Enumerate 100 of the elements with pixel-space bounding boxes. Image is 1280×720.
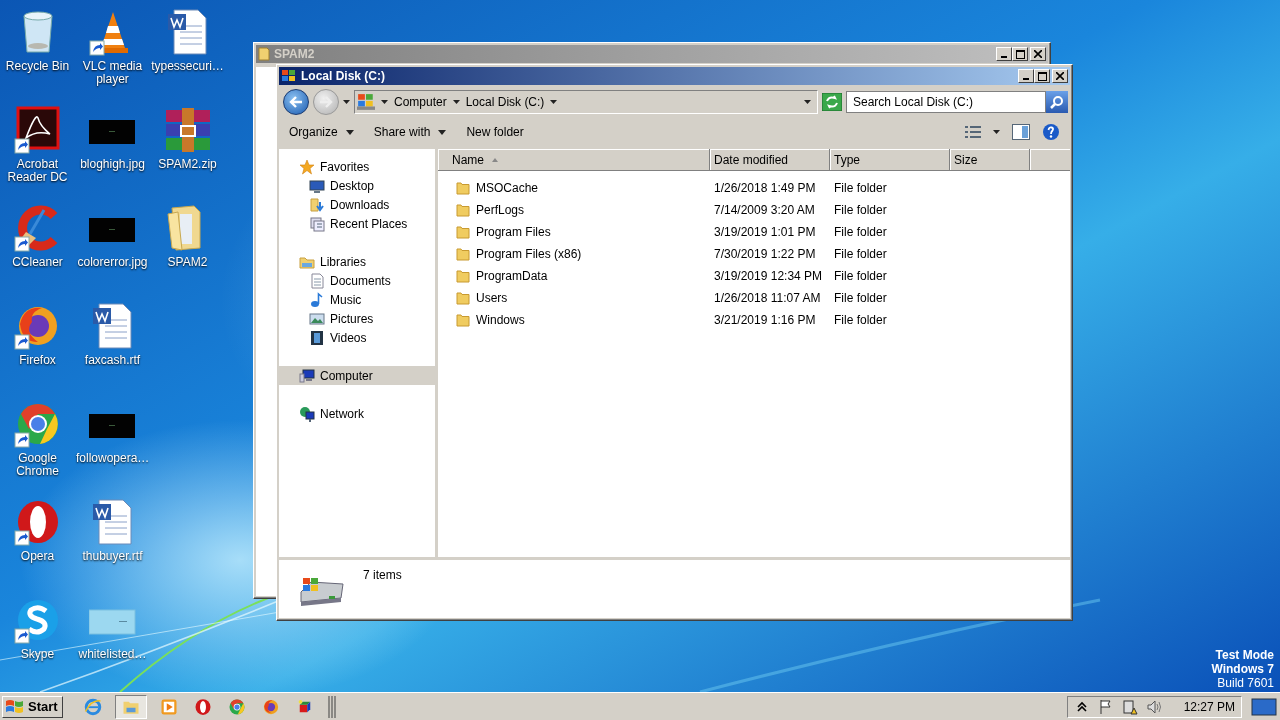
desktop-icon-label[interactable]: Acrobat Reader DC	[1, 158, 74, 184]
folder-icon	[456, 181, 470, 195]
network-icon[interactable]	[1121, 698, 1138, 715]
taskbar-button[interactable]	[114, 694, 147, 719]
history-caret-icon	[343, 100, 350, 104]
dropdown-caret-icon	[804, 100, 811, 104]
square-logo-icon[interactable]	[13, 106, 62, 154]
globe-logo-icon	[261, 697, 280, 716]
navigation-item[interactable]: Music	[279, 290, 435, 309]
navigation-item[interactable]: Libraries	[279, 252, 435, 271]
minimize-button[interactable]	[996, 47, 1012, 61]
table-cell-text: 1/26/2018 11:07 AM	[713, 290, 822, 307]
view-list-icon[interactable]	[965, 125, 981, 139]
circle-logo-icon	[227, 697, 246, 716]
navigation-item[interactable]: Recent Places	[279, 214, 435, 233]
clock[interactable]: 12:27 PM	[1183, 699, 1235, 714]
column-header[interactable]: Type	[830, 149, 950, 171]
navigation-item[interactable]: Favorites	[279, 157, 435, 176]
start-button[interactable]: Start	[2, 695, 63, 718]
desktop-icon-label[interactable]: SPAM2	[151, 256, 224, 269]
preview-pane-icon[interactable]	[1012, 124, 1030, 140]
network-icon	[299, 405, 315, 422]
desktop-icon-label[interactable]: SPAM2.zip	[151, 158, 224, 171]
document-icon	[309, 272, 325, 289]
file-name-cell[interactable]: Users	[438, 287, 710, 309]
refresh-icon[interactable]	[822, 93, 842, 111]
caret-icon	[381, 100, 388, 104]
grip-icon	[326, 695, 337, 718]
file-name-cell[interactable]: MSOCache	[438, 177, 710, 199]
windows-icon	[309, 215, 325, 232]
table-cell-text: 1/26/2018 1:49 PM	[713, 180, 817, 197]
desktop-icon-label[interactable]: Firefox	[1, 354, 74, 367]
file-name-cell[interactable]: Program Files	[438, 221, 710, 243]
computer-icon	[299, 367, 315, 384]
folder-icon	[456, 291, 470, 305]
desktop-icon-label[interactable]: CCleaner	[1, 256, 74, 269]
desktop-icon-label[interactable]: Opera	[1, 550, 74, 563]
help-icon[interactable]	[1042, 123, 1060, 141]
navigation-item[interactable]: Videos	[279, 328, 435, 347]
back-arrow-icon	[289, 96, 303, 108]
windows-drive-icon	[357, 93, 375, 111]
watermark-text: Build 7601	[1217, 676, 1274, 690]
column-header[interactable]: Name	[438, 149, 710, 171]
desktop-icon-label[interactable]: VLC media player	[76, 60, 149, 86]
back-button[interactable]	[283, 89, 309, 115]
folder-icon	[456, 225, 470, 239]
archive-icon[interactable]	[163, 106, 212, 154]
column-header[interactable]: Date modified	[710, 149, 830, 171]
navigation-item[interactable]: Desktop	[279, 176, 435, 195]
speaker-icon[interactable]	[1145, 698, 1162, 715]
show-desktop-icon[interactable]	[1248, 696, 1278, 717]
toolbar-button[interactable]: Organize	[289, 125, 354, 139]
minimize-button[interactable]	[1018, 69, 1034, 83]
play-icon	[159, 697, 178, 716]
breadcrumb-item[interactable]: Local Disk (C:)	[465, 95, 545, 109]
file-name-cell[interactable]: Windows	[438, 309, 710, 331]
table-cell-text: File folder	[833, 224, 888, 241]
search-button[interactable]	[1046, 91, 1068, 113]
globe-logo-icon	[83, 697, 102, 716]
navigation-item[interactable]: Documents	[279, 271, 435, 290]
desktop-icon-label[interactable]: colorerror.jpg	[76, 256, 149, 269]
desktop-icon-label[interactable]: faxcash.rtf	[76, 354, 149, 367]
desktop-icon-label[interactable]: Recycle Bin	[1, 60, 74, 73]
navigation-item[interactable]: Pictures	[279, 309, 435, 328]
toolbar-button[interactable]: Share with	[373, 125, 447, 139]
table-cell-text: File folder	[833, 246, 888, 263]
close-button[interactable]	[1030, 47, 1046, 61]
item-count: 7 items	[363, 568, 402, 582]
flag-icon[interactable]	[1097, 698, 1114, 715]
desktop-icon-label[interactable]: followopera…	[76, 452, 149, 465]
desktop-icon-label[interactable]: bloghigh.jpg	[76, 158, 149, 171]
folder-icon	[258, 47, 270, 61]
close-button[interactable]	[1052, 69, 1068, 83]
star-icon	[299, 158, 315, 175]
maximize-button[interactable]	[1034, 69, 1050, 83]
close-icon	[1056, 72, 1064, 80]
toolbar-button[interactable]: New folder	[466, 125, 524, 139]
breadcrumb-item[interactable]: Computer	[394, 95, 447, 109]
maximize-icon	[1037, 71, 1047, 81]
table-cell-text: File folder	[833, 290, 888, 307]
desktop-icon-label[interactable]: Google Chrome	[1, 452, 74, 478]
column-header[interactable]: Size	[950, 149, 1030, 171]
folder-icon	[456, 247, 470, 261]
file-name-cell[interactable]: Program Files (x86)	[438, 243, 710, 265]
watermark-text: Test Mode	[1215, 648, 1274, 662]
view-caret-icon	[993, 130, 1000, 134]
navigation-item[interactable]: Downloads	[279, 195, 435, 214]
header-filler	[1030, 149, 1070, 171]
maximize-button[interactable]	[1012, 47, 1028, 61]
search-field[interactable]: Search Local Disk (C:)	[846, 91, 1046, 113]
monitor-icon	[309, 177, 325, 194]
file-name-cell[interactable]: ProgramData	[438, 265, 710, 287]
file-name-cell[interactable]: PerfLogs	[438, 199, 710, 221]
navigation-item[interactable]: Network	[279, 404, 435, 423]
desktop-icon-label[interactable]: typessecuri…	[151, 60, 224, 73]
maximize-icon	[1015, 49, 1025, 59]
navigation-item[interactable]: Computer	[279, 366, 435, 385]
folder-icon	[456, 269, 470, 283]
table-cell-text: 3/19/2019 12:34 PM	[713, 268, 824, 285]
address-bar[interactable]: Computer Local Disk (C:)	[354, 90, 818, 114]
